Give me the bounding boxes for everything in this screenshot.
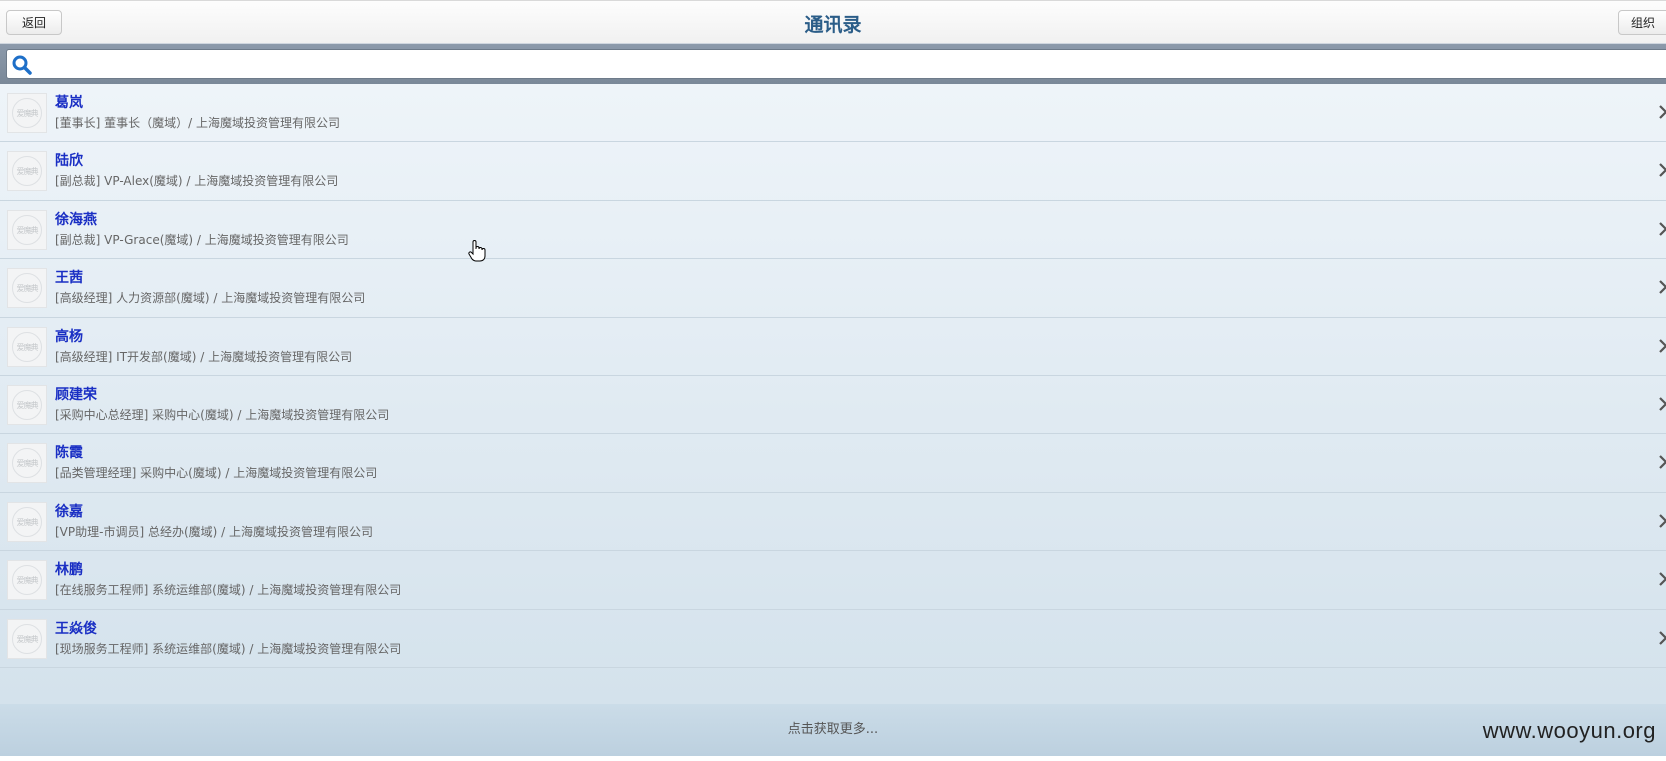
contact-row[interactable]: 爱魔典 陈霞 [品类管理经理] 采购中心(魔域) / 上海魔域投资管理有限公司 xyxy=(0,434,1666,493)
chevron-right-icon xyxy=(1659,630,1666,645)
search-bar xyxy=(0,44,1666,84)
avatar: 爱魔典 xyxy=(7,209,47,250)
chevron-right-icon xyxy=(1659,105,1666,119)
contact-row[interactable]: 爱魔典 王焱俊 [现场服务工程师] 系统运维部(魔域) / 上海魔域投资管理有限公司 xyxy=(0,610,1666,668)
chevron-right-icon xyxy=(1659,338,1666,353)
load-more-button[interactable]: 点击获取更多... xyxy=(0,704,1666,756)
contact-description: [董事长] 董事长（魔域）/ 上海魔域投资管理有限公司 xyxy=(55,116,341,130)
chevron-right-icon xyxy=(1659,397,1666,411)
chevron-right-icon xyxy=(1659,280,1666,294)
avatar: 爱魔典 xyxy=(7,618,47,659)
contact-row[interactable]: 爱魔典 徐嘉 [VP助理-市调员] 总经办(魔域) / 上海魔域投资管理有限公司 xyxy=(0,493,1666,552)
chevron-right-icon xyxy=(1659,163,1666,178)
contact-description: [高级经理] 人力资源部(魔域) / 上海魔域投资管理有限公司 xyxy=(55,291,366,306)
watermark: www.wooyun.org xyxy=(1482,718,1656,743)
chevron-right-icon xyxy=(1659,572,1666,586)
contact-row[interactable]: 爱魔典 林鹏 [在线服务工程师] 系统运维部(魔域) / 上海魔域投资管理有限公司 xyxy=(0,551,1666,610)
chevron-right-icon xyxy=(1659,455,1666,470)
contact-name: 顾建荣 xyxy=(55,387,97,403)
contact-row[interactable]: 爱魔典 葛岚 [董事长] 董事长（魔域）/ 上海魔域投资管理有限公司 xyxy=(0,84,1666,143)
contact-name: 王茜 xyxy=(55,270,83,287)
avatar: 爱魔典 xyxy=(7,268,47,309)
contact-name: 王焱俊 xyxy=(55,620,97,637)
contact-description: [采购中心总经理] 采购中心(魔域) / 上海魔域投资管理有限公司 xyxy=(55,408,390,422)
avatar: 爱魔典 xyxy=(7,560,47,601)
contact-description: [副总裁] VP-Alex(魔域) / 上海魔域投资管理有限公司 xyxy=(55,174,339,189)
avatar: 爱魔典 xyxy=(7,151,47,192)
avatar: 爱魔典 xyxy=(7,501,47,542)
contact-description: [副总裁] VP-Grace(魔域) / 上海魔域投资管理有限公司 xyxy=(55,232,349,247)
contact-description: [VP助理-市调员] 总经办(魔域) / 上海魔域投资管理有限公司 xyxy=(55,524,373,539)
contact-row[interactable]: 爱魔典 王茜 [高级经理] 人力资源部(魔域) / 上海魔域投资管理有限公司 xyxy=(0,259,1666,318)
header-bar: 返回 通讯录 组织 xyxy=(0,0,1666,44)
contact-description: [现场服务工程师] 系统运维部(魔域) / 上海魔域投资管理有限公司 xyxy=(55,641,402,656)
search-icon xyxy=(12,55,32,75)
contact-description: [品类管理经理] 采购中心(魔域) / 上海魔域投资管理有限公司 xyxy=(55,466,378,481)
contact-name: 徐海燕 xyxy=(55,211,97,228)
contact-name: 林鹏 xyxy=(55,562,83,579)
avatar: 爱魔典 xyxy=(7,443,47,484)
chevron-right-icon xyxy=(1659,222,1666,236)
contact-description: [高级经理] IT开发部(魔域) / 上海魔域投资管理有限公司 xyxy=(55,349,353,364)
avatar: 爱魔典 xyxy=(7,93,47,133)
search-box[interactable] xyxy=(6,49,1666,79)
contact-name: 陈霞 xyxy=(55,445,83,462)
organization-button[interactable]: 组织 xyxy=(1618,10,1666,35)
page-title: 通讯录 xyxy=(804,14,862,36)
chevron-right-icon xyxy=(1659,514,1666,528)
hand-cursor-icon xyxy=(468,240,486,262)
search-input[interactable] xyxy=(37,52,1641,78)
avatar: 爱魔典 xyxy=(7,326,47,367)
contact-list: 爱魔典 葛岚 [董事长] 董事长（魔域）/ 上海魔域投资管理有限公司 爱魔典 陆欣 [副总… xyxy=(0,84,1666,704)
contact-name: 葛岚 xyxy=(55,95,83,111)
contact-row[interactable]: 爱魔典 顾建荣 [采购中心总经理] 采购中心(魔域) / 上海魔域投资管理有限公司 xyxy=(0,376,1666,435)
contact-row[interactable]: 爱魔典 高杨 [高级经理] IT开发部(魔域) / 上海魔域投资管理有限公司 xyxy=(0,318,1666,376)
avatar: 爱魔典 xyxy=(7,385,47,425)
contact-name: 徐嘉 xyxy=(55,503,83,520)
contact-description: [在线服务工程师] 系统运维部(魔域) / 上海魔域投资管理有限公司 xyxy=(55,583,402,598)
contact-row[interactable]: 爱魔典 徐海燕 [副总裁] VP-Grace(魔域) / 上海魔域投资管理有限公司 xyxy=(0,201,1666,260)
contact-row[interactable]: 爱魔典 陆欣 [副总裁] VP-Alex(魔域) / 上海魔域投资管理有限公司 xyxy=(0,142,1666,201)
contact-name: 陆欣 xyxy=(55,153,83,170)
contact-name: 高杨 xyxy=(55,328,83,345)
